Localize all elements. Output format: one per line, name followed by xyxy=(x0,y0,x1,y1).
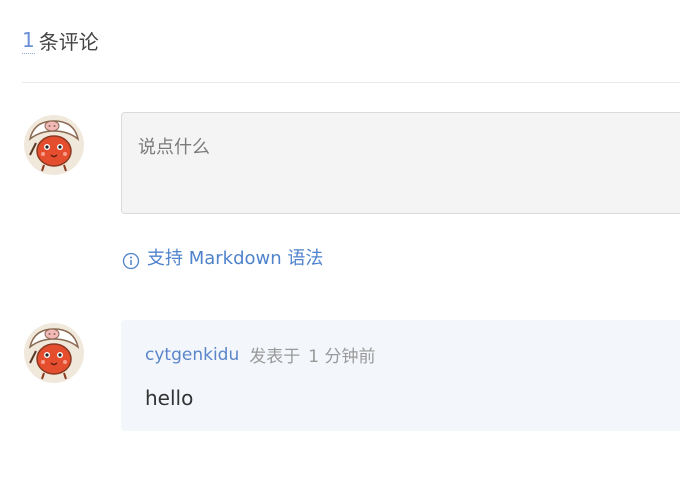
avatar-image xyxy=(24,323,84,383)
comment-author-avatar[interactable] xyxy=(22,321,86,385)
comment-meta: cytgenkidu 发表于 1 分钟前 xyxy=(145,342,376,368)
comment-posted-label: 发表于 xyxy=(249,347,301,367)
comments-header: 1 条评论 xyxy=(22,24,99,56)
comment-count[interactable]: 1 xyxy=(22,27,35,54)
comment-timestamp: 1 分钟前 xyxy=(308,347,376,367)
comment-body: hello xyxy=(145,386,194,410)
comment-input[interactable] xyxy=(138,133,680,193)
markdown-help-link[interactable]: 支持 Markdown 语法 xyxy=(122,244,323,270)
info-icon xyxy=(122,252,140,270)
comment-author-link[interactable]: cytgenkidu xyxy=(145,345,239,365)
comment-card: cytgenkidu 发表于 1 分钟前 hello xyxy=(121,320,680,431)
comment-editor xyxy=(121,112,680,214)
current-user-avatar xyxy=(22,113,86,177)
avatar-image xyxy=(24,115,84,175)
comment-count-label: 条评论 xyxy=(38,29,99,54)
markdown-help-label: 支持 Markdown 语法 xyxy=(147,248,324,269)
divider xyxy=(22,82,680,83)
